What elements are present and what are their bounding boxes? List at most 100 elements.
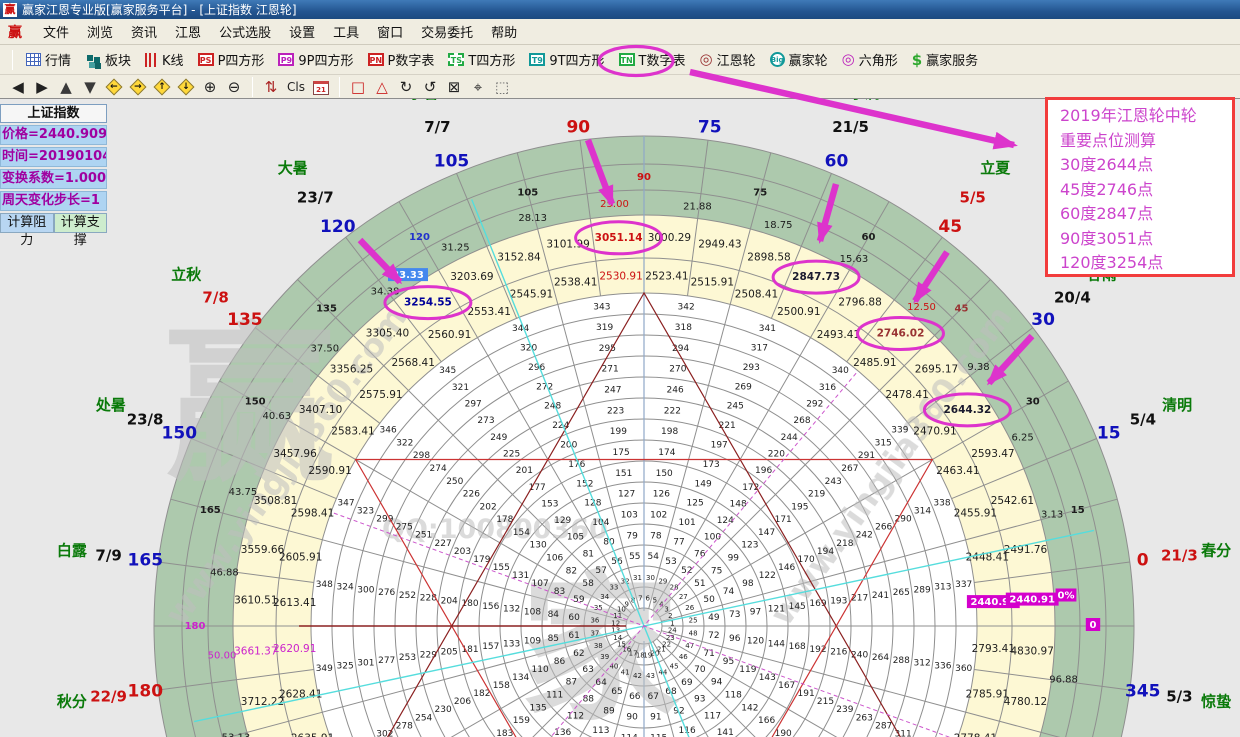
svg-text:346: 346 (380, 426, 397, 436)
svg-text:322: 322 (396, 439, 413, 449)
svg-text:60: 60 (862, 232, 876, 243)
9p-square-button[interactable]: P99P四方形 (278, 50, 353, 69)
calc-support-button[interactable]: 计算支撑 (54, 213, 108, 233)
box-x-icon[interactable]: ⊠ (442, 77, 466, 97)
zoom-out-icon[interactable]: ⊖ (222, 77, 246, 97)
window-title: 赢家江恩专业版[赢家服务平台] - [上证指数 江恩轮] (22, 1, 297, 18)
svg-text:清明: 清明 (1162, 396, 1192, 414)
menu-item-2[interactable]: 资讯 (122, 19, 166, 44)
step-up-icon[interactable]: ↑ (150, 77, 174, 97)
svg-text:春分: 春分 (1201, 542, 1231, 560)
info-row-step: 周天变化步长=1 (0, 191, 107, 211)
svg-text:71: 71 (703, 649, 714, 659)
step-down-icon[interactable]: ↓ (174, 77, 198, 97)
gann-wheel-button-target-icon: ◎ (700, 52, 713, 67)
calendar-icon[interactable]: 21 (309, 77, 333, 97)
select-region-icon[interactable]: ⬚ (490, 77, 514, 97)
svg-text:3101.99: 3101.99 (546, 239, 589, 251)
flip-up-icon[interactable]: ▲ (54, 77, 78, 97)
svg-text:301: 301 (357, 659, 374, 669)
p-number-table-button[interactable]: PNP数字表 (368, 50, 435, 69)
calc-resistance-button[interactable]: 计算阻力 (0, 213, 54, 233)
updown-axis-icon[interactable]: ⇅ (259, 77, 283, 97)
hexagon-button-target-icon: ◎ (842, 52, 855, 67)
svg-text:299: 299 (376, 515, 393, 525)
menu-item-8[interactable]: 交易委托 (412, 19, 482, 44)
9t-square-button[interactable]: T99T四方形 (529, 50, 604, 69)
menu-item-7[interactable]: 窗口 (368, 19, 412, 44)
menu-item-0[interactable]: 文件 (34, 19, 78, 44)
svg-text:2796.88: 2796.88 (838, 297, 881, 309)
cls-button[interactable]: Cls (283, 77, 309, 97)
svg-text:190: 190 (775, 729, 792, 737)
svg-text:25: 25 (689, 617, 698, 625)
menu-item-1[interactable]: 浏览 (78, 19, 122, 44)
rotate-left-icon[interactable]: ◀ (6, 77, 30, 97)
svg-text:173: 173 (703, 460, 720, 470)
svg-text:18.75: 18.75 (764, 220, 793, 231)
t-number-table-button[interactable]: TNT数字表 (619, 50, 686, 69)
svg-text:316: 316 (819, 383, 836, 393)
step-left-icon[interactable]: ← (102, 77, 126, 97)
info-row-conversion: 变换系数=1.00000 (0, 169, 107, 189)
svg-text:12.50: 12.50 (907, 302, 936, 313)
market-quotes-button[interactable]: 行情 (26, 50, 71, 69)
symbol-info-panel: 上证指数 价格=2440.9099时间=20190104变换系数=1.00000… (0, 104, 107, 233)
kline-button[interactable]: K线 (145, 50, 184, 69)
svg-text:2949.43: 2949.43 (698, 239, 741, 251)
hexagon-button[interactable]: ◎六角形 (842, 50, 898, 69)
rotate-right-icon[interactable]: ▶ (30, 77, 54, 97)
converge-icon[interactable]: ⌖ (466, 77, 490, 97)
gann-wheel-button[interactable]: ◎江恩轮 (700, 50, 756, 69)
svg-text:143: 143 (759, 673, 776, 683)
menu-item-6[interactable]: 工具 (324, 19, 368, 44)
svg-text:5: 5 (653, 597, 657, 605)
svg-text:小暑: 小暑 (408, 99, 438, 102)
svg-text:66: 66 (629, 692, 641, 702)
winner-wheel-button[interactable]: Big赢家轮 (770, 50, 828, 69)
svg-text:38: 38 (594, 642, 603, 650)
svg-text:20/4: 20/4 (1054, 288, 1091, 306)
svg-text:275: 275 (396, 523, 413, 533)
t-square-button[interactable]: TST四方形 (448, 50, 515, 69)
svg-text:2583.41: 2583.41 (331, 426, 374, 438)
step-right-icon[interactable]: → (126, 77, 150, 97)
svg-text:3000.29: 3000.29 (648, 232, 691, 244)
menu-item-3[interactable]: 江恩 (166, 19, 210, 44)
menu-item-5[interactable]: 设置 (280, 19, 324, 44)
svg-text:2746.02: 2746.02 (877, 328, 925, 340)
svg-text:大暑: 大暑 (278, 159, 308, 177)
svg-text:315: 315 (875, 439, 892, 449)
menu-item-9[interactable]: 帮助 (482, 19, 526, 44)
rotate-cw-icon[interactable]: ↻ (394, 77, 418, 97)
sectors-button[interactable]: 板块 (85, 50, 131, 69)
menu-item-4[interactable]: 公式选股 (210, 19, 280, 44)
triangle-tool-icon[interactable]: △ (370, 77, 394, 97)
svg-text:7/7: 7/7 (424, 118, 450, 136)
winner-service-button[interactable]: $赢家服务 (912, 50, 978, 69)
gann-annotation-box: 2019年江恩轮中轮重要点位测算30度2644点45度2746点60度2847点… (1045, 97, 1235, 277)
svg-text:27: 27 (679, 593, 688, 601)
svg-text:3254.55: 3254.55 (404, 297, 452, 309)
svg-text:0%: 0% (1058, 591, 1075, 602)
toolbar-separator (339, 77, 340, 97)
svg-text:319: 319 (596, 323, 613, 333)
rotate-ccw-icon[interactable]: ↺ (418, 77, 442, 97)
svg-text:150: 150 (162, 424, 198, 444)
svg-text:243: 243 (825, 477, 842, 487)
svg-text:159: 159 (513, 716, 530, 726)
svg-text:102: 102 (650, 511, 667, 521)
annotation-line-5: 90度3051点 (1060, 227, 1232, 252)
svg-text:43: 43 (646, 672, 655, 680)
svg-text:7/8: 7/8 (202, 288, 228, 306)
svg-text:处暑: 处暑 (95, 396, 126, 414)
p-square-button[interactable]: PSP四方形 (198, 50, 265, 69)
square-tool-icon[interactable]: □ (346, 77, 370, 97)
svg-text:84: 84 (548, 610, 560, 620)
svg-text:168: 168 (789, 642, 806, 652)
svg-text:274: 274 (430, 464, 447, 474)
svg-text:23/7: 23/7 (297, 189, 334, 207)
flip-down-icon[interactable]: ▼ (78, 77, 102, 97)
zoom-in-icon[interactable]: ⊕ (198, 77, 222, 97)
svg-text:40.63: 40.63 (262, 411, 291, 422)
